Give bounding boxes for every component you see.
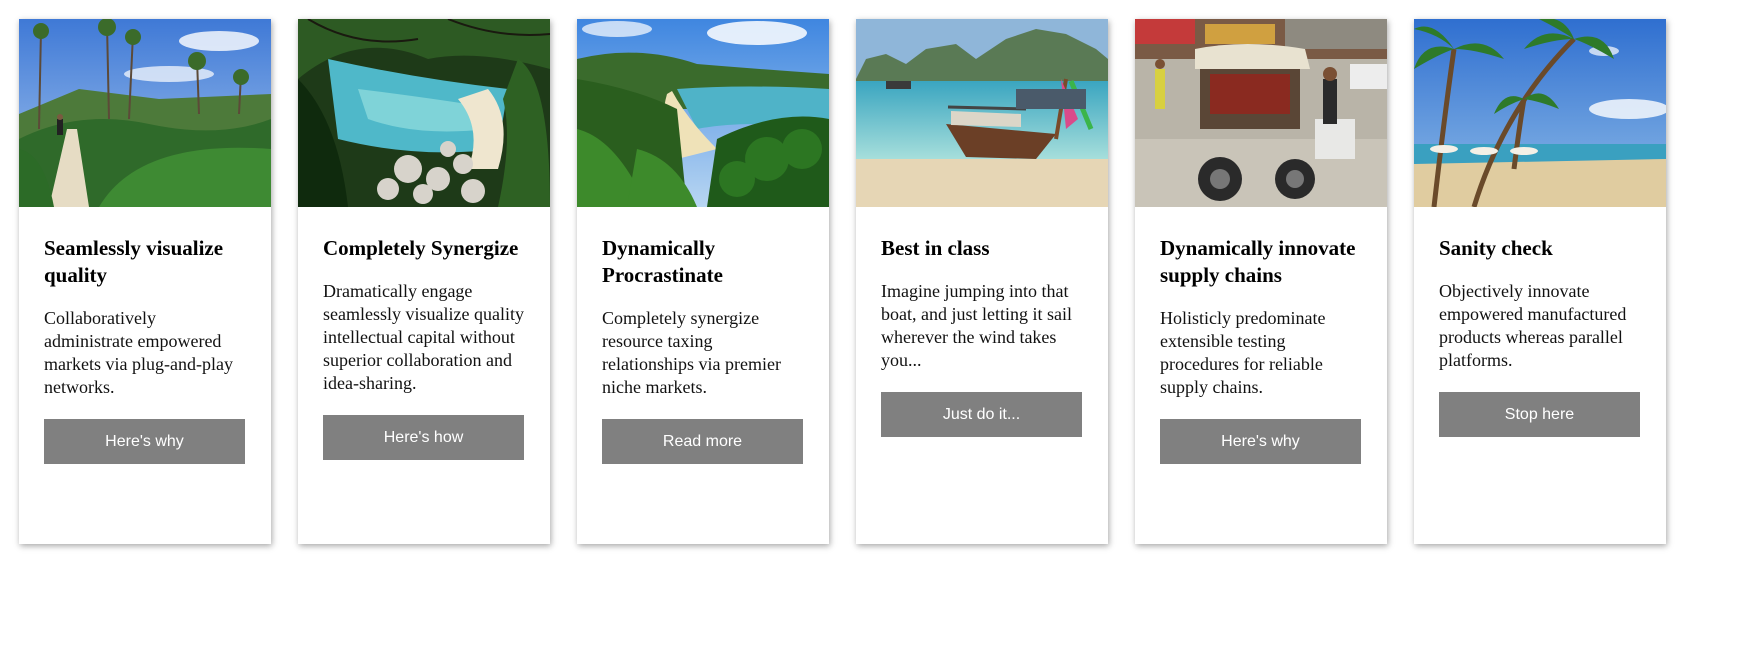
longtail-boat-photo — [856, 19, 1108, 207]
card: Sanity check Objectively innovate empowe… — [1414, 19, 1666, 544]
card-image — [856, 19, 1108, 207]
card-text: Completely synergize resource taxing rel… — [602, 308, 781, 397]
card-text: Collaboratively administrate empowered m… — [44, 308, 233, 397]
card-body: Completely Synergize Dramatically engage… — [298, 207, 550, 460]
card-text: Holisticly predominate extensible testin… — [1160, 308, 1326, 397]
card-title: Dynamically innovate supply chains — [1160, 236, 1356, 287]
card: Dynamically innovate supply chains Holis… — [1135, 19, 1387, 544]
card: Seamlessly visualize quality Collaborati… — [19, 19, 271, 544]
card-title: Sanity check — [1439, 236, 1553, 260]
read-more-button[interactable]: Read more — [602, 419, 803, 464]
card-text: Imagine jumping into that boat, and just… — [881, 281, 1072, 370]
card-title: Completely Synergize — [323, 236, 519, 260]
card-body: Sanity check Objectively innovate empowe… — [1414, 207, 1666, 437]
card-title: Best in class — [881, 236, 990, 260]
stop-here-button[interactable]: Stop here — [1439, 392, 1640, 437]
rocky-cove-photo — [298, 19, 550, 207]
card-image — [19, 19, 271, 207]
card-body: Best in class Imagine jumping into that … — [856, 207, 1108, 437]
forest-trail-photo — [19, 19, 271, 207]
heres-why-button[interactable]: Here's why — [44, 419, 245, 464]
tuk-tuk-street-photo — [1135, 19, 1387, 207]
card-image — [1135, 19, 1387, 207]
card-image — [577, 19, 829, 207]
card-body: Dynamically innovate supply chains Holis… — [1135, 207, 1387, 464]
card-body: Dynamically Procrastinate Completely syn… — [577, 207, 829, 464]
card-list: Seamlessly visualize quality Collaborati… — [19, 19, 1666, 544]
card-title: Seamlessly visualize quality — [44, 236, 224, 287]
card: Completely Synergize Dramatically engage… — [298, 19, 550, 544]
card-text: Objectively innovate empowered manufactu… — [1439, 281, 1627, 370]
heres-why-button[interactable]: Here's why — [1160, 419, 1361, 464]
heres-how-button[interactable]: Here's how — [323, 415, 524, 460]
card: Dynamically Procrastinate Completely syn… — [577, 19, 829, 544]
card-title: Dynamically Procrastinate — [602, 236, 723, 287]
palm-tree-beach-photo — [1414, 19, 1666, 207]
card-body: Seamlessly visualize quality Collaborati… — [19, 207, 271, 464]
fern-bay-photo — [577, 19, 829, 207]
card: Best in class Imagine jumping into that … — [856, 19, 1108, 544]
card-image — [298, 19, 550, 207]
card-image — [1414, 19, 1666, 207]
card-text: Dramatically engage seamlessly visualize… — [323, 281, 524, 393]
just-do-it-button[interactable]: Just do it... — [881, 392, 1082, 437]
